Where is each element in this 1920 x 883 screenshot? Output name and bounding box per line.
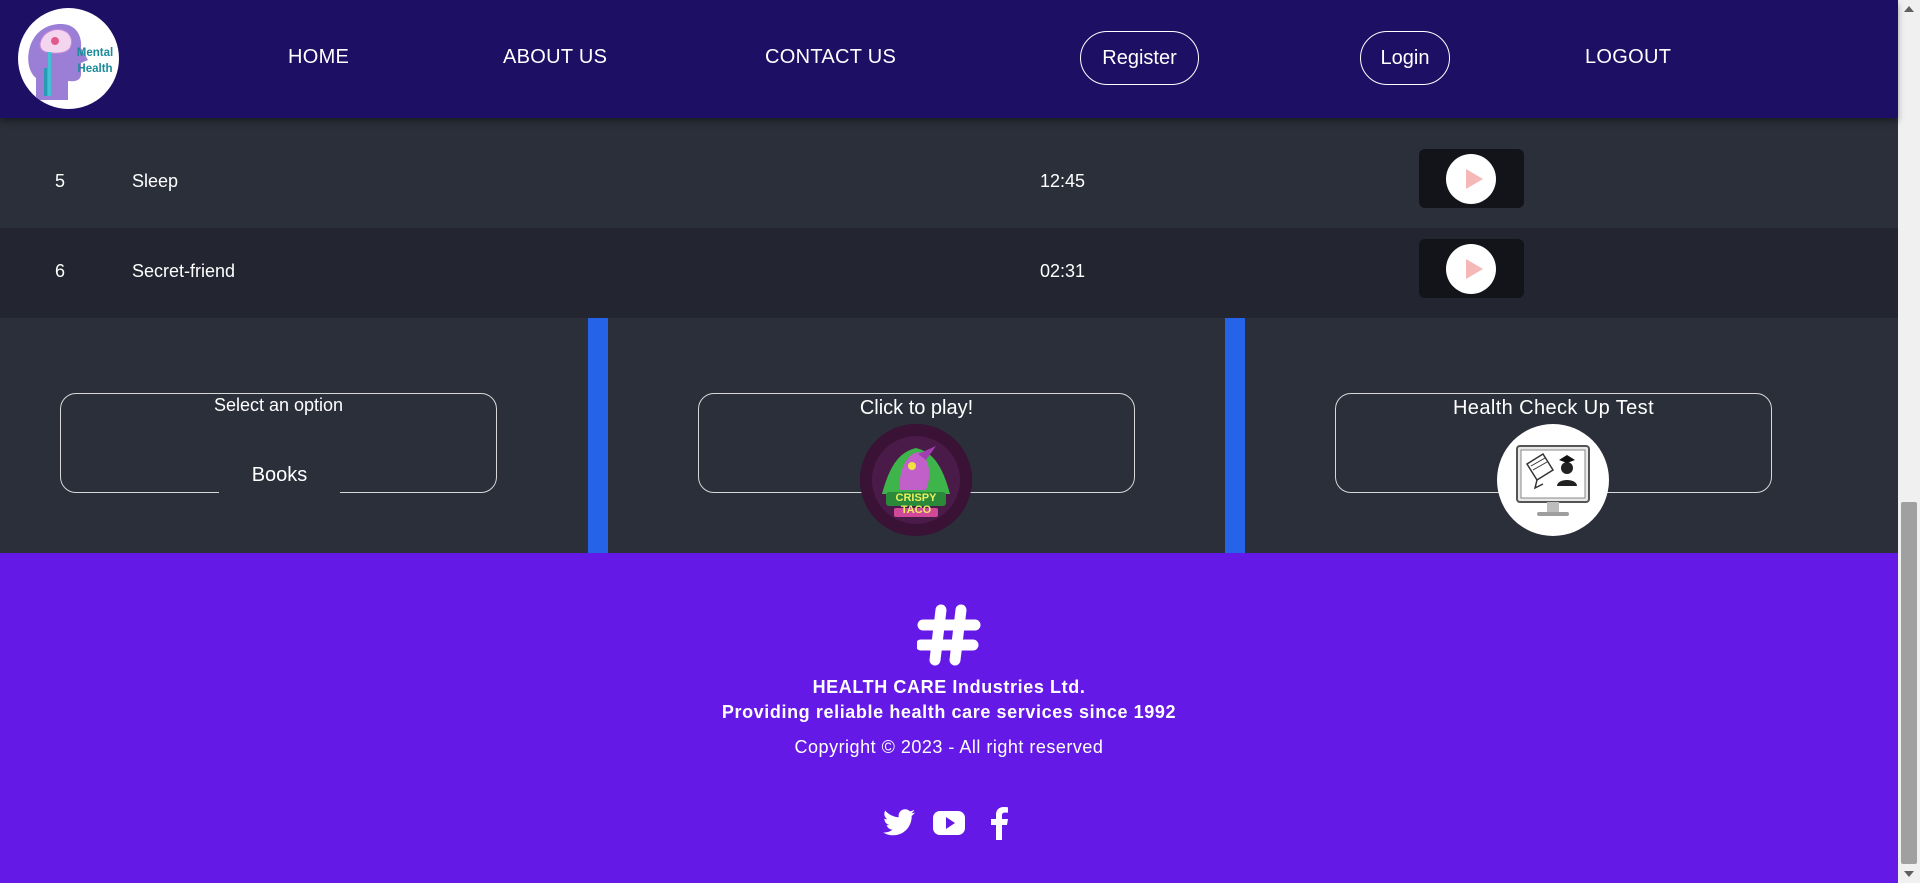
- company-name: HEALTH CARE Industries Ltd.: [812, 677, 1086, 697]
- track-row: 5 Sleep 12:45: [0, 138, 1898, 228]
- nav-about-us[interactable]: ABOUT US: [503, 46, 607, 69]
- audio-player: [1419, 239, 1524, 298]
- track-row: 6 Secret-friend 02:31: [0, 228, 1898, 318]
- copyright-text: Copyright © 2023 - All right reserved: [794, 737, 1104, 757]
- track-number: 5: [55, 171, 66, 191]
- scroll-down-icon[interactable]: [1904, 871, 1914, 877]
- track-name: Sleep: [132, 171, 179, 191]
- track-name: Secret-friend: [132, 261, 236, 281]
- health-check-label: Health Check Up Test: [1452, 397, 1655, 419]
- twitter-icon[interactable]: [883, 809, 915, 837]
- track-number: 6: [55, 261, 66, 281]
- navbar: Mental Health HOME ABOUT US CONTACT US R…: [0, 0, 1898, 118]
- footer: HEALTH CARE Industries Ltd. Providing re…: [0, 553, 1898, 883]
- game-image[interactable]: CRISPY TACO: [860, 424, 972, 536]
- column-divider: [588, 318, 608, 553]
- nav-logout[interactable]: LOGOUT: [1585, 46, 1671, 69]
- column-divider: [1225, 318, 1245, 553]
- scroll-thumb[interactable]: [1901, 502, 1917, 864]
- game-image-text: CRISPY TACO: [895, 492, 937, 516]
- play-button[interactable]: [1446, 154, 1496, 204]
- nav-home[interactable]: HOME: [288, 46, 349, 69]
- play-icon: [1466, 169, 1483, 189]
- play-icon: [1466, 259, 1483, 279]
- page-scrollbar[interactable]: [1898, 0, 1920, 883]
- click-to-play-label: Click to play!: [859, 397, 974, 419]
- scroll-up-icon[interactable]: [1904, 6, 1914, 12]
- play-button[interactable]: [1446, 244, 1496, 294]
- option-select[interactable]: Books: [219, 450, 340, 500]
- register-button[interactable]: Register: [1080, 31, 1199, 85]
- track-duration: 12:45: [1040, 171, 1086, 191]
- select-option-label: Select an option: [213, 395, 344, 415]
- select-option-card: Select an option Books: [60, 393, 497, 500]
- health-test-image[interactable]: [1497, 424, 1609, 536]
- youtube-icon[interactable]: [933, 810, 965, 836]
- audio-player: [1419, 149, 1524, 208]
- facebook-icon[interactable]: [989, 806, 1009, 840]
- login-button[interactable]: Login: [1360, 31, 1450, 85]
- logo-text: Mental Health: [76, 47, 114, 75]
- mental-health-logo[interactable]: Mental Health: [18, 8, 119, 109]
- company-tagline: Providing reliable health care services …: [721, 702, 1177, 722]
- crispy-taco-logo-icon: [860, 424, 972, 536]
- nav-contact-us[interactable]: CONTACT US: [765, 46, 896, 69]
- online-test-monitor-icon: [1516, 445, 1590, 516]
- track-duration: 02:31: [1040, 261, 1086, 281]
- hashtag-icon: [915, 603, 981, 667]
- options-band: Select an option Books Click to play! CR…: [0, 318, 1898, 553]
